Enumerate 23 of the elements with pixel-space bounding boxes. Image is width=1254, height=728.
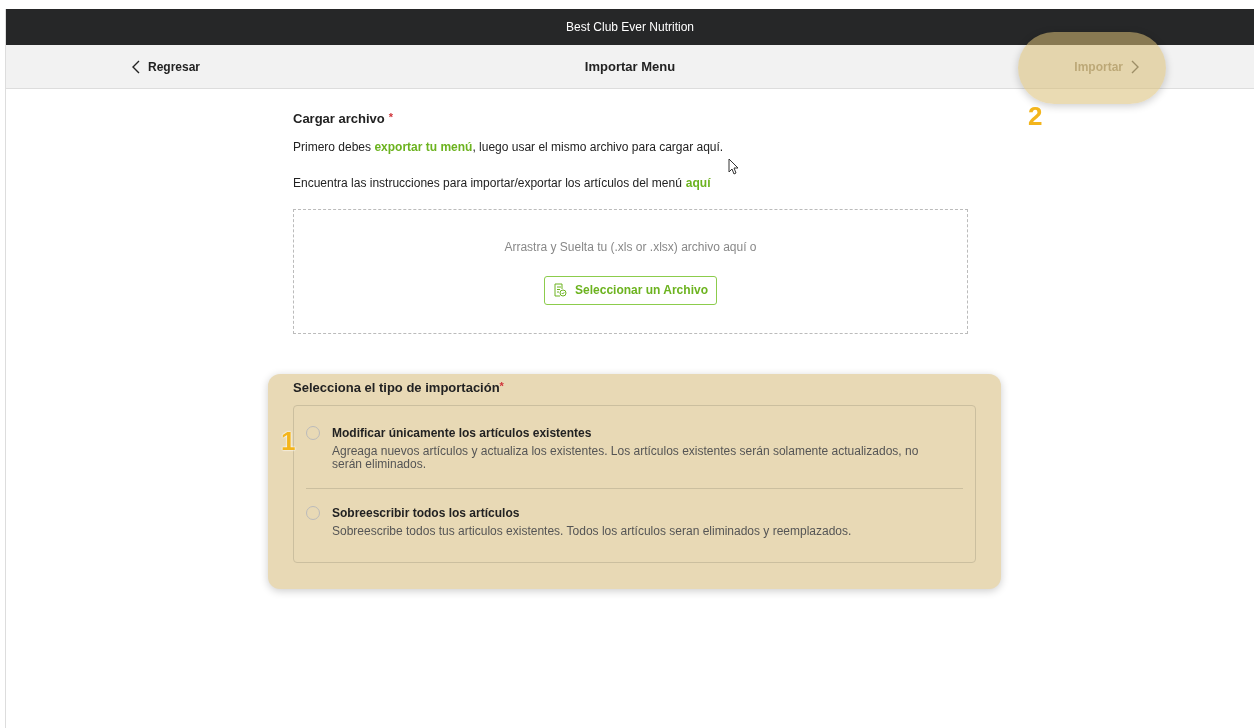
- chevron-right-icon: [1131, 59, 1139, 74]
- option-description: Agreaga nuevos artículos y actualiza los existentes. Los artículos existentes serán solamente actualizados, no serán eliminados.: [332, 445, 920, 471]
- dropzone-text: Arrastra y Suelta tu (.xls or .xlsx) archivo aquí o: [504, 238, 757, 256]
- select-file-button[interactable]: Seleccionar un Archivo: [544, 275, 717, 305]
- file-check-icon: [553, 283, 568, 297]
- callout-number: 1: [281, 425, 296, 458]
- callout-number: 2: [1028, 100, 1043, 133]
- chevron-left-icon: [132, 59, 140, 74]
- required-mark: *: [499, 378, 504, 392]
- option-description: Sobreescribe todos tus articulos existentes. Todos los artículos seran eliminados y reemplazados.: [332, 525, 853, 538]
- option-title: Sobreescribir todos los artículos: [332, 505, 521, 522]
- required-mark: *: [388, 110, 394, 125]
- instructions-text: Encuentra las instrucciones para importar/exportar los artículos del menú: [293, 174, 682, 192]
- option-title: Modificar únicamente los artículos existentes: [332, 425, 593, 442]
- dropzone[interactable]: Arrastra y Suelta tu (.xls or .xlsx) archivo aquí o Seleccionar un Archivo: [293, 208, 968, 334]
- upload-label: Cargar archivo: [293, 110, 385, 128]
- import-type-label: Selecciona el tipo de importación: [293, 378, 500, 397]
- page-title: Importar Menu: [584, 57, 676, 76]
- back-button[interactable]: Regresar: [132, 57, 201, 76]
- app-title: Best Club Ever Nutrition: [565, 19, 695, 36]
- intro-text: Primero debes exportar tu menú, luego usar el mismo archivo para cargar aquí.: [293, 138, 725, 156]
- mouse-cursor-icon: [728, 158, 739, 175]
- instructions-link[interactable]: aquí: [685, 173, 711, 192]
